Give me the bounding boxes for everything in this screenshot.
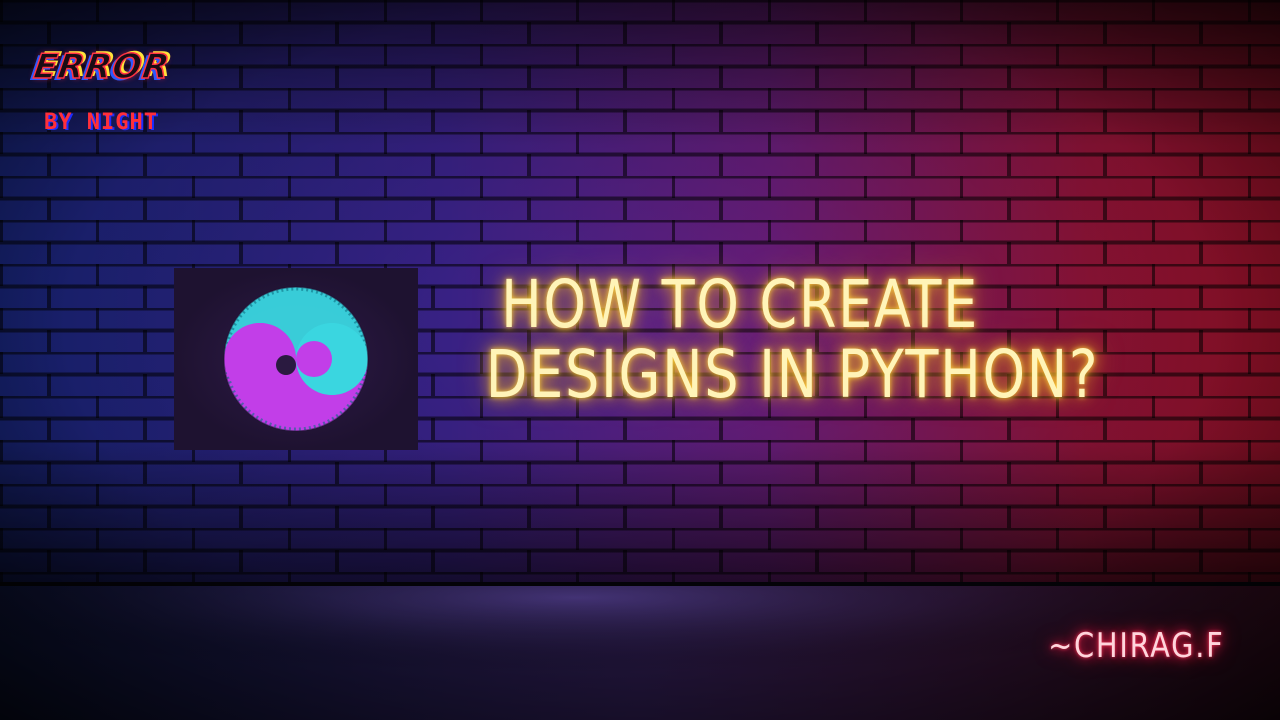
- title-line-1: HOW TO CREATE: [501, 266, 979, 343]
- swirl-thumbnail-image: [174, 268, 418, 450]
- title-line-2: DESIGNS IN PYTHON?: [485, 336, 1100, 413]
- spiral-swirl-icon: [174, 268, 418, 450]
- author-signature: ~CHIRAG.F: [1047, 626, 1224, 666]
- thumbnail-canvas: ERROR BY NIGHT HOW TO CREATE DESIGNS IN …: [0, 0, 1280, 720]
- logo-error-text: ERROR: [30, 46, 173, 88]
- error-by-night-logo: ERROR BY NIGHT: [30, 46, 184, 145]
- logo-by-night-text: BY NIGHT: [44, 110, 158, 135]
- video-title: HOW TO CREATE DESIGNS IN PYTHON?: [485, 266, 1100, 413]
